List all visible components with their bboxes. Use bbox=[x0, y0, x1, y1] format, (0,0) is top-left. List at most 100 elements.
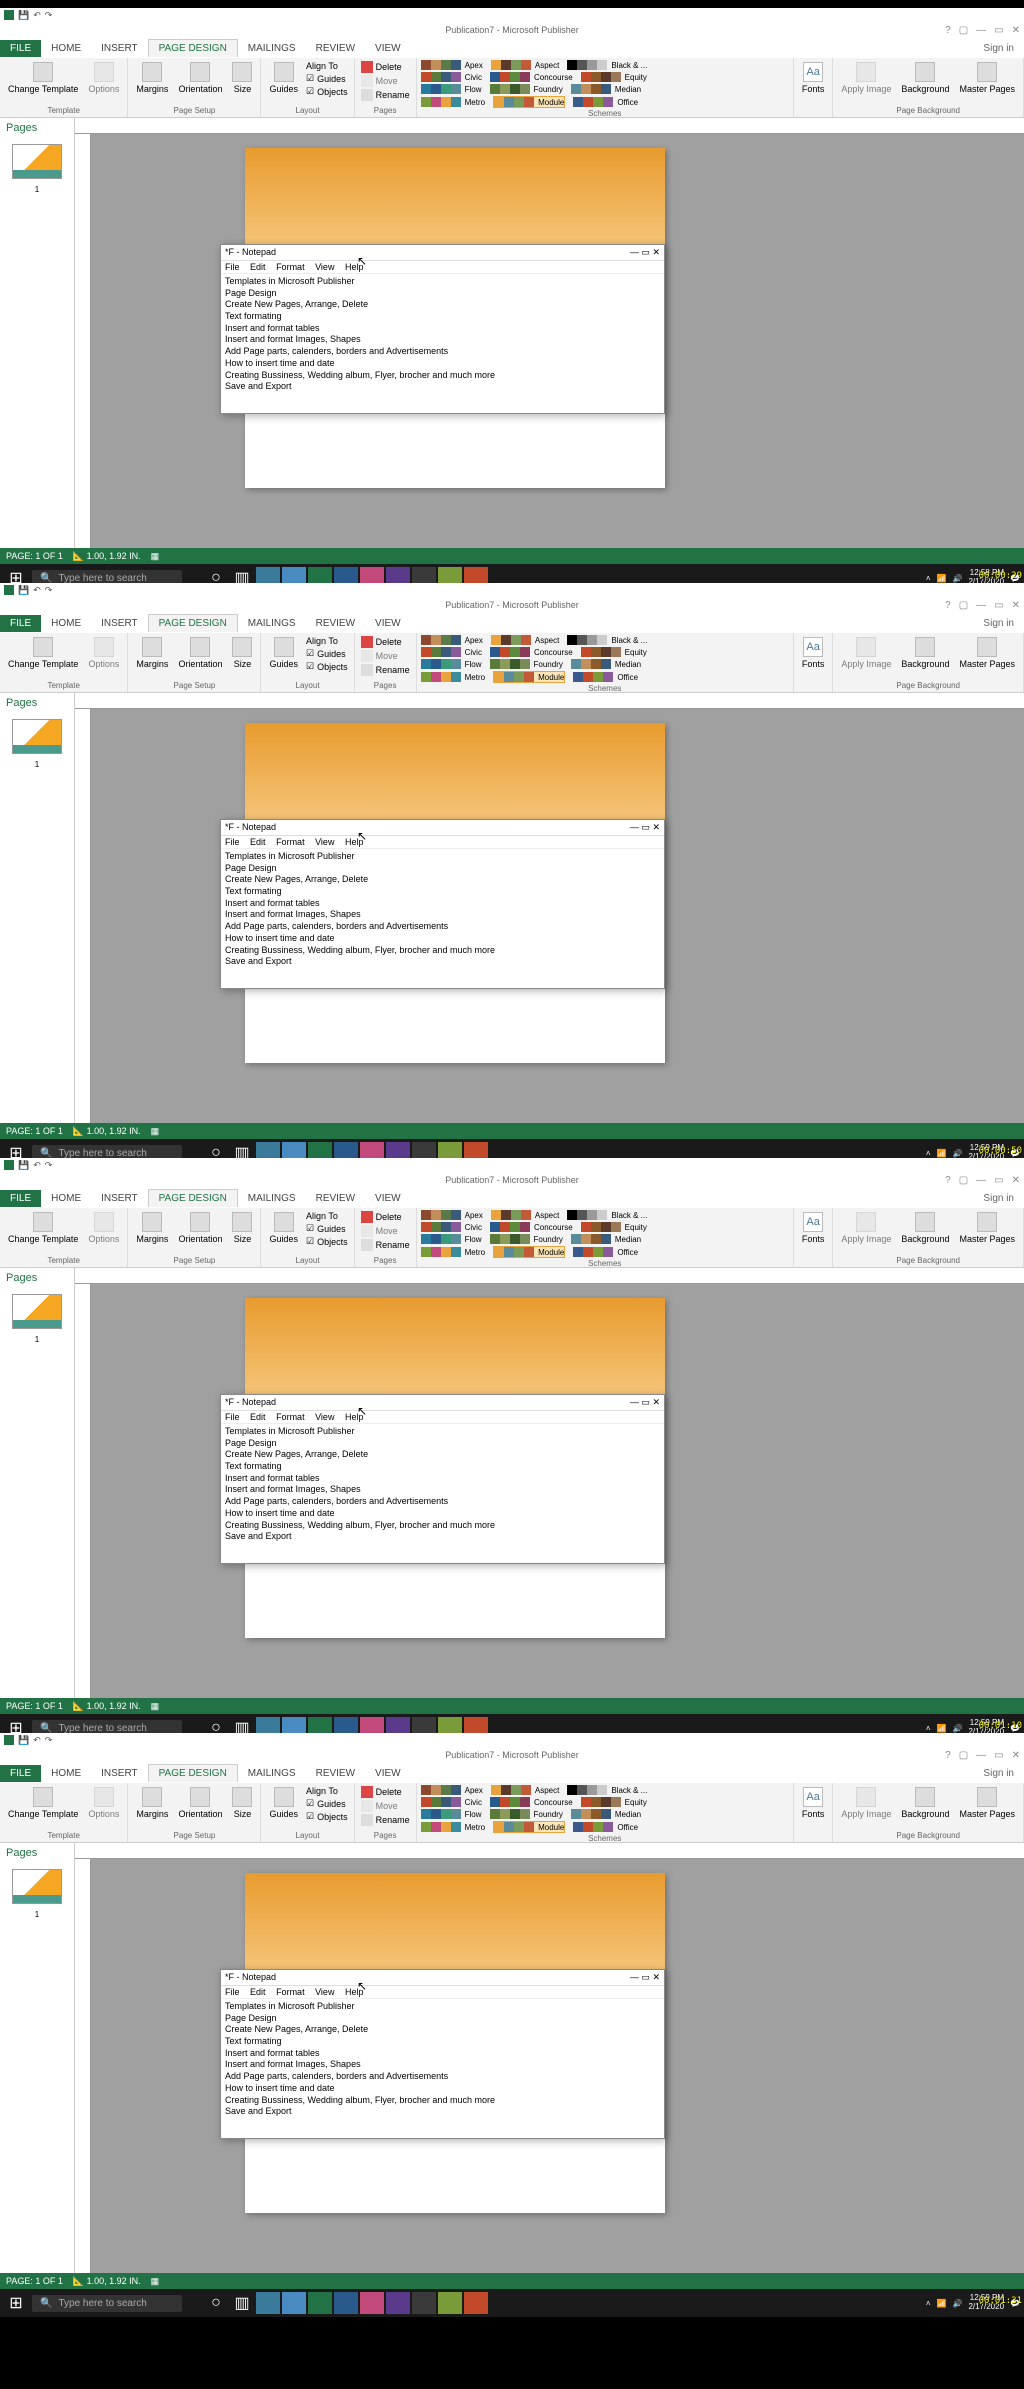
options-button[interactable]: Options bbox=[84, 60, 123, 96]
rename-page-button[interactable]: Rename bbox=[359, 88, 412, 102]
search-box[interactable]: 🔍 Type here to search bbox=[32, 2295, 182, 2312]
notepad-menu-help[interactable]: Help bbox=[345, 1987, 364, 1997]
scheme-equity[interactable]: Equity bbox=[581, 1797, 647, 1807]
schemes-gallery[interactable]: Apex Aspect Black & ... Civic Concourse … bbox=[421, 60, 671, 108]
scheme-module[interactable]: Module bbox=[493, 96, 565, 108]
scheme-office[interactable]: Office bbox=[573, 1246, 638, 1258]
tab-file[interactable]: FILE bbox=[0, 615, 41, 632]
save-icon[interactable]: 💾 bbox=[18, 1735, 29, 1746]
tab-file[interactable]: FILE bbox=[0, 1765, 41, 1782]
background-button[interactable]: Background bbox=[897, 60, 953, 96]
tab-review[interactable]: REVIEW bbox=[306, 40, 365, 57]
margins-button[interactable]: Margins bbox=[132, 60, 172, 96]
scheme-equity[interactable]: Equity bbox=[581, 1222, 647, 1232]
tab-home[interactable]: HOME bbox=[41, 1765, 91, 1782]
rename-page-button[interactable]: Rename bbox=[359, 1813, 412, 1827]
notepad-maximize-icon[interactable]: ▭ bbox=[641, 1972, 650, 1982]
undo-icon[interactable]: ↶ bbox=[33, 10, 41, 21]
tab-file[interactable]: FILE bbox=[0, 1190, 41, 1207]
notepad-window[interactable]: *F - Notepad — ▭ ✕ File Edit Format View… bbox=[220, 1394, 665, 1564]
close-icon[interactable]: ✕ bbox=[1012, 25, 1020, 36]
notepad-window[interactable]: *F - Notepad — ▭ ✕ File Edit Format View… bbox=[220, 819, 665, 989]
notepad-maximize-icon[interactable]: ▭ bbox=[641, 1397, 650, 1407]
notepad-menu-edit[interactable]: Edit bbox=[250, 837, 266, 847]
scheme-module[interactable]: Module bbox=[493, 671, 565, 683]
tray-network-icon[interactable]: 📶 bbox=[937, 2299, 947, 2308]
ribbon-toggle-icon[interactable]: ▢ bbox=[959, 600, 968, 611]
notepad-menu-help[interactable]: Help bbox=[345, 1412, 364, 1422]
ribbon-toggle-icon[interactable]: ▢ bbox=[959, 1750, 968, 1761]
taskbar-app-2[interactable] bbox=[282, 2292, 306, 2314]
scheme-metro[interactable]: Metro bbox=[421, 671, 485, 683]
notepad-maximize-icon[interactable]: ▭ bbox=[641, 822, 650, 832]
scheme-equity[interactable]: Equity bbox=[581, 647, 647, 657]
notepad-menu-edit[interactable]: Edit bbox=[250, 1987, 266, 1997]
options-button[interactable]: Options bbox=[84, 1210, 123, 1246]
notepad-menu-view[interactable]: View bbox=[315, 262, 334, 272]
scheme-civic[interactable]: Civic bbox=[421, 647, 482, 657]
notepad-menu-format[interactable]: Format bbox=[276, 837, 305, 847]
scheme-aspect[interactable]: Aspect bbox=[491, 635, 559, 645]
scheme-foundry[interactable]: Foundry bbox=[490, 84, 563, 94]
scheme-flow[interactable]: Flow bbox=[421, 84, 482, 94]
redo-icon[interactable]: ↷ bbox=[45, 585, 53, 596]
notepad-maximize-icon[interactable]: ▭ bbox=[641, 247, 650, 257]
objects-checkbox[interactable]: ☑Objects bbox=[304, 1235, 350, 1248]
tab-mailings[interactable]: MAILINGS bbox=[238, 40, 306, 57]
size-button[interactable]: Size bbox=[228, 1785, 256, 1821]
scheme-civic[interactable]: Civic bbox=[421, 72, 482, 82]
scheme-concourse[interactable]: Concourse bbox=[490, 1797, 573, 1807]
orientation-button[interactable]: Orientation bbox=[174, 635, 226, 671]
rename-page-button[interactable]: Rename bbox=[359, 663, 412, 677]
background-button[interactable]: Background bbox=[897, 635, 953, 671]
close-icon[interactable]: ✕ bbox=[1012, 600, 1020, 611]
master-pages-button[interactable]: Master Pages bbox=[955, 635, 1019, 671]
taskbar-app-5[interactable] bbox=[360, 2292, 384, 2314]
scheme-foundry[interactable]: Foundry bbox=[490, 1809, 563, 1819]
taskbar-app-6[interactable] bbox=[386, 2292, 410, 2314]
undo-icon[interactable]: ↶ bbox=[33, 1735, 41, 1746]
ribbon-toggle-icon[interactable]: ▢ bbox=[959, 1175, 968, 1186]
taskbar-app-9[interactable] bbox=[464, 2292, 488, 2314]
tab-insert[interactable]: INSERT bbox=[91, 40, 148, 57]
tab-review[interactable]: REVIEW bbox=[306, 615, 365, 632]
guides-checkbox[interactable]: ☑Guides bbox=[304, 647, 350, 660]
size-button[interactable]: Size bbox=[228, 60, 256, 96]
redo-icon[interactable]: ↷ bbox=[45, 1735, 53, 1746]
tab-file[interactable]: FILE bbox=[0, 40, 41, 57]
scheme-aspect[interactable]: Aspect bbox=[491, 1785, 559, 1795]
tab-home[interactable]: HOME bbox=[41, 1190, 91, 1207]
guides-button[interactable]: Guides bbox=[265, 1785, 302, 1823]
background-button[interactable]: Background bbox=[897, 1785, 953, 1821]
minimize-icon[interactable]: — bbox=[976, 25, 986, 36]
orientation-button[interactable]: Orientation bbox=[174, 1210, 226, 1246]
page-thumbnail[interactable] bbox=[12, 1294, 62, 1329]
close-icon[interactable]: ✕ bbox=[1012, 1175, 1020, 1186]
guides-checkbox[interactable]: ☑Guides bbox=[304, 1797, 350, 1810]
help-icon[interactable]: ? bbox=[945, 1750, 951, 1761]
objects-checkbox[interactable]: ☑Objects bbox=[304, 1810, 350, 1823]
schemes-gallery[interactable]: Apex Aspect Black & ... Civic Concourse … bbox=[421, 1785, 671, 1833]
maximize-icon[interactable]: ▭ bbox=[994, 25, 1003, 36]
size-button[interactable]: Size bbox=[228, 1210, 256, 1246]
notepad-menu-format[interactable]: Format bbox=[276, 262, 305, 272]
notepad-content[interactable]: Templates in Microsoft Publisher Page De… bbox=[221, 849, 664, 970]
tab-page-design[interactable]: PAGE DESIGN bbox=[148, 1764, 238, 1782]
delete-page-button[interactable]: Delete bbox=[359, 60, 412, 74]
taskbar-publisher[interactable] bbox=[308, 2292, 332, 2314]
tab-view[interactable]: VIEW bbox=[365, 1765, 411, 1782]
scheme-module[interactable]: Module bbox=[493, 1246, 565, 1258]
notepad-content[interactable]: Templates in Microsoft Publisher Page De… bbox=[221, 1999, 664, 2120]
cortana-icon[interactable]: ○ bbox=[204, 2292, 228, 2314]
tab-view[interactable]: VIEW bbox=[365, 1190, 411, 1207]
notepad-close-icon[interactable]: ✕ bbox=[652, 1397, 660, 1407]
scheme-median[interactable]: Median bbox=[571, 1809, 641, 1819]
scheme-black[interactable]: Black & ... bbox=[567, 635, 647, 645]
apply-image-button[interactable]: Apply Image bbox=[837, 60, 895, 96]
scheme-median[interactable]: Median bbox=[571, 659, 641, 669]
maximize-icon[interactable]: ▭ bbox=[994, 1750, 1003, 1761]
margins-button[interactable]: Margins bbox=[132, 1210, 172, 1246]
delete-page-button[interactable]: Delete bbox=[359, 635, 412, 649]
scheme-apex[interactable]: Apex bbox=[421, 60, 483, 70]
orientation-button[interactable]: Orientation bbox=[174, 1785, 226, 1821]
